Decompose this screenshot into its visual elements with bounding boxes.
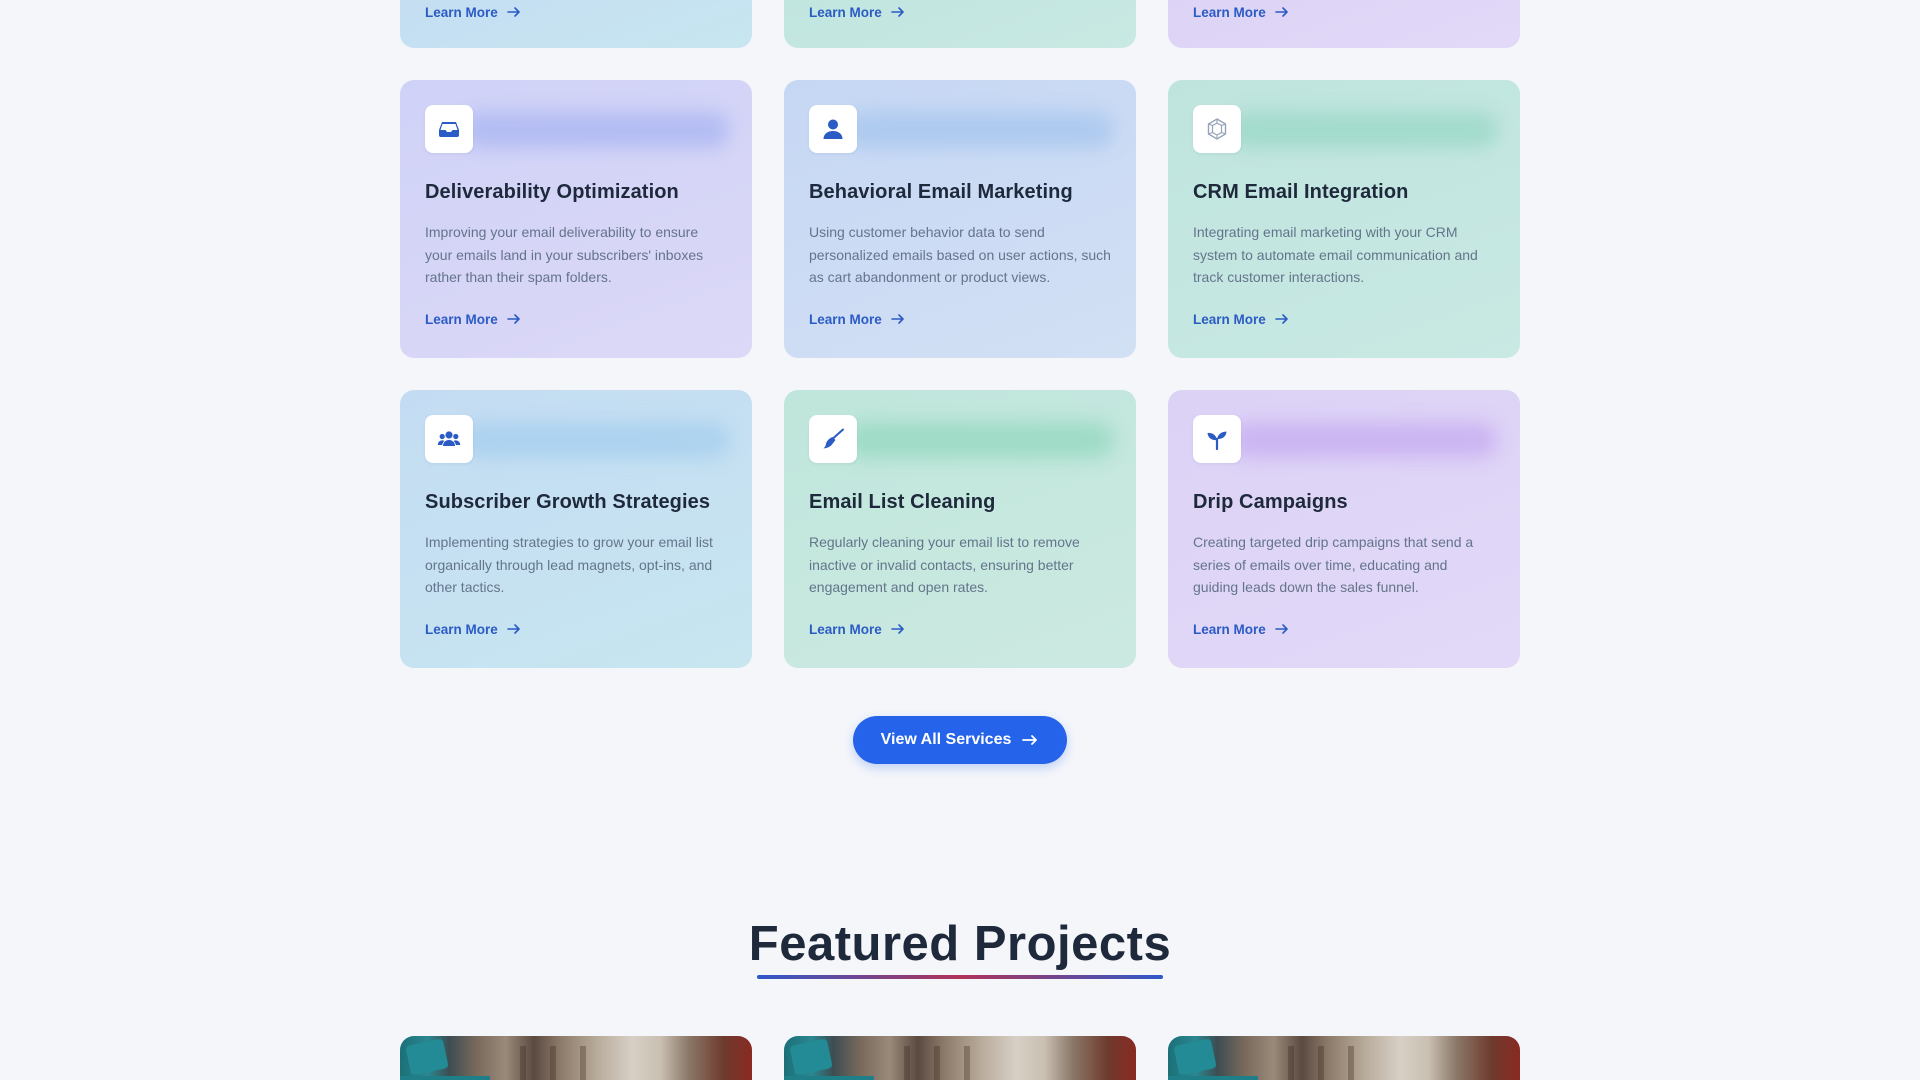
building-window xyxy=(1288,1046,1294,1080)
storefront-awning xyxy=(400,1076,490,1080)
arrow-right-icon xyxy=(506,311,522,327)
arrow-right-icon xyxy=(506,4,522,20)
learn-more-link[interactable]: Learn More xyxy=(425,621,522,637)
card-description: Improving your email deliverability to e… xyxy=(425,224,704,285)
decorative-glow xyxy=(846,422,1114,458)
learn-more-label: Learn More xyxy=(1193,311,1266,327)
arrow-right-icon xyxy=(506,621,522,637)
heading-underline xyxy=(757,975,1163,979)
view-all-services-label: View All Services xyxy=(880,731,1012,748)
card-description: Regularly cleaning your email list to re… xyxy=(809,534,1080,595)
building-window xyxy=(934,1046,940,1080)
featured-projects-grid xyxy=(400,1036,1521,1080)
service-card-crm: CRM Email Integration Integrating email … xyxy=(1168,80,1520,358)
services-grid-row-2: Subscriber Growth Strategies Implementin… xyxy=(400,390,1521,668)
learn-more-label: Learn More xyxy=(1193,621,1266,637)
service-card-drip-campaigns: Drip Campaigns Creating targeted drip ca… xyxy=(1168,390,1520,668)
card-description: Creating targeted drip campaigns that se… xyxy=(1193,534,1474,595)
users-icon xyxy=(425,415,473,463)
arrow-right-icon xyxy=(1274,311,1290,327)
building-window xyxy=(520,1046,526,1080)
arrow-right-icon xyxy=(1274,621,1290,637)
services-grid-top-partial: Learn More Learn More Learn More xyxy=(400,0,1521,48)
building-window xyxy=(904,1046,910,1080)
building-window xyxy=(964,1046,970,1080)
learn-more-link[interactable]: Learn More xyxy=(809,4,906,20)
learn-more-link[interactable]: Learn More xyxy=(809,621,906,637)
service-card-partial: Learn More xyxy=(1168,0,1520,48)
storefront-sign xyxy=(789,1038,833,1076)
learn-more-label: Learn More xyxy=(425,311,498,327)
card-title: Drip Campaigns xyxy=(1193,491,1348,513)
arrow-right-icon xyxy=(1021,731,1039,749)
building-window xyxy=(1318,1046,1324,1080)
card-description: Using customer behavior data to send per… xyxy=(809,224,1111,285)
building-window xyxy=(1348,1046,1354,1080)
hexagon-nodes-icon xyxy=(1193,105,1241,153)
card-title: Deliverability Optimization xyxy=(425,181,679,203)
service-card-subscriber-growth: Subscriber Growth Strategies Implementin… xyxy=(400,390,752,668)
card-title: Email List Cleaning xyxy=(809,491,996,513)
seedling-icon xyxy=(1193,415,1241,463)
service-card-partial: Learn More xyxy=(400,0,752,48)
decorative-glow xyxy=(1230,112,1498,148)
storefront-sign xyxy=(1173,1038,1217,1076)
inbox-icon xyxy=(425,105,473,153)
services-grid-row-1: Deliverability Optimization Improving yo… xyxy=(400,80,1521,358)
featured-projects-heading: Featured Projects xyxy=(748,917,1172,971)
card-description: Implementing strategies to grow your ema… xyxy=(425,534,713,595)
learn-more-link[interactable]: Learn More xyxy=(809,311,906,327)
card-title: CRM Email Integration xyxy=(1193,181,1409,203)
learn-more-link[interactable]: Learn More xyxy=(1193,4,1290,20)
project-card-image[interactable] xyxy=(784,1036,1136,1080)
storefront-sign xyxy=(405,1038,449,1076)
service-card-partial: Learn More xyxy=(784,0,1136,48)
learn-more-link[interactable]: Learn More xyxy=(425,4,522,20)
learn-more-link[interactable]: Learn More xyxy=(1193,311,1290,327)
learn-more-label: Learn More xyxy=(809,311,882,327)
learn-more-label: Learn More xyxy=(425,4,498,20)
decorative-glow xyxy=(846,112,1114,148)
learn-more-label: Learn More xyxy=(425,621,498,637)
view-all-services-button[interactable]: View All Services xyxy=(853,716,1067,764)
card-title: Behavioral Email Marketing xyxy=(809,181,1073,203)
decorative-glow xyxy=(462,422,730,458)
storefront-awning xyxy=(784,1076,874,1080)
building-window xyxy=(580,1046,586,1080)
service-card-deliverability: Deliverability Optimization Improving yo… xyxy=(400,80,752,358)
broom-icon xyxy=(809,415,857,463)
learn-more-link[interactable]: Learn More xyxy=(1193,621,1290,637)
service-card-behavioral: Behavioral Email Marketing Using custome… xyxy=(784,80,1136,358)
arrow-right-icon xyxy=(890,4,906,20)
building-window xyxy=(550,1046,556,1080)
decorative-glow xyxy=(1230,422,1498,458)
arrow-right-icon xyxy=(890,311,906,327)
learn-more-label: Learn More xyxy=(809,4,882,20)
arrow-right-icon xyxy=(890,621,906,637)
card-title: Subscriber Growth Strategies xyxy=(425,491,711,513)
learn-more-label: Learn More xyxy=(809,621,882,637)
decorative-glow xyxy=(462,112,730,148)
learn-more-link[interactable]: Learn More xyxy=(425,311,522,327)
user-icon xyxy=(809,105,857,153)
storefront-awning xyxy=(1168,1076,1258,1080)
arrow-right-icon xyxy=(1274,4,1290,20)
project-card-image[interactable] xyxy=(400,1036,752,1080)
project-card-image[interactable] xyxy=(1168,1036,1520,1080)
card-description: Integrating email marketing with your CR… xyxy=(1193,224,1478,285)
learn-more-label: Learn More xyxy=(1193,4,1266,20)
service-card-list-cleaning: Email List Cleaning Regularly cleaning y… xyxy=(784,390,1136,668)
